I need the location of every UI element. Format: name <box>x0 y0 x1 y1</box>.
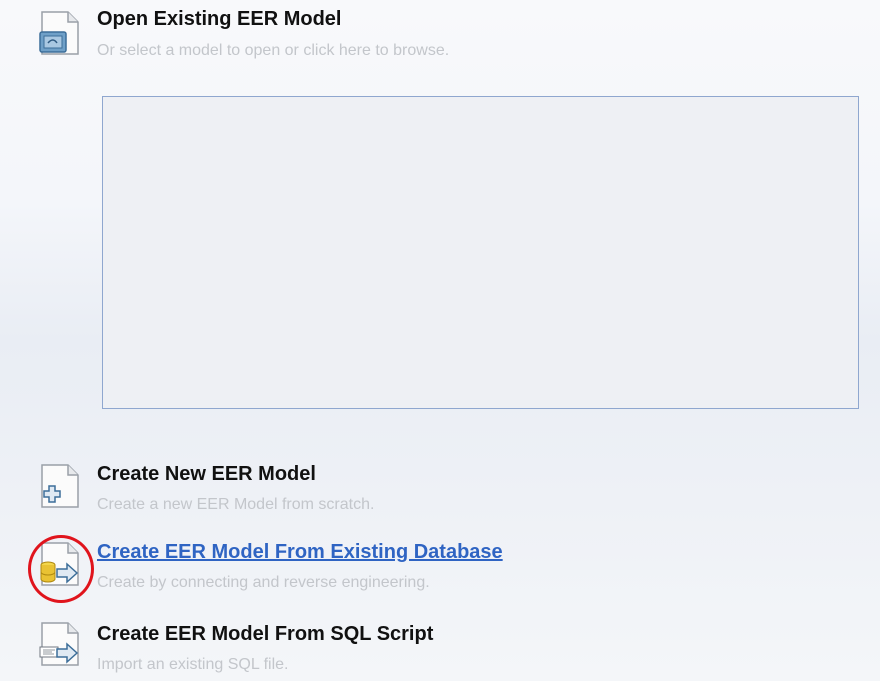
create-new-model-title[interactable]: Create New EER Model <box>97 463 316 486</box>
create-from-sql-subtitle[interactable]: Import an existing SQL file. <box>97 656 289 674</box>
create-from-database-subtitle[interactable]: Create by connecting and reverse enginee… <box>97 574 430 592</box>
folder-document-icon <box>38 10 82 56</box>
create-from-sql-title[interactable]: Create EER Model From SQL Script <box>97 623 433 646</box>
create-from-database-link[interactable]: Create EER Model From Existing Database <box>97 541 503 564</box>
model-list-box[interactable] <box>102 96 859 409</box>
model-panel: Open Existing EER Model Or select a mode… <box>0 0 880 681</box>
sql-arrow-icon <box>38 621 82 667</box>
open-model-title[interactable]: Open Existing EER Model <box>97 8 341 31</box>
open-model-subtitle[interactable]: Or select a model to open or click here … <box>97 42 449 60</box>
highlight-circle <box>28 535 94 603</box>
new-document-plus-icon <box>38 463 82 509</box>
create-new-model-subtitle[interactable]: Create a new EER Model from scratch. <box>97 496 374 514</box>
